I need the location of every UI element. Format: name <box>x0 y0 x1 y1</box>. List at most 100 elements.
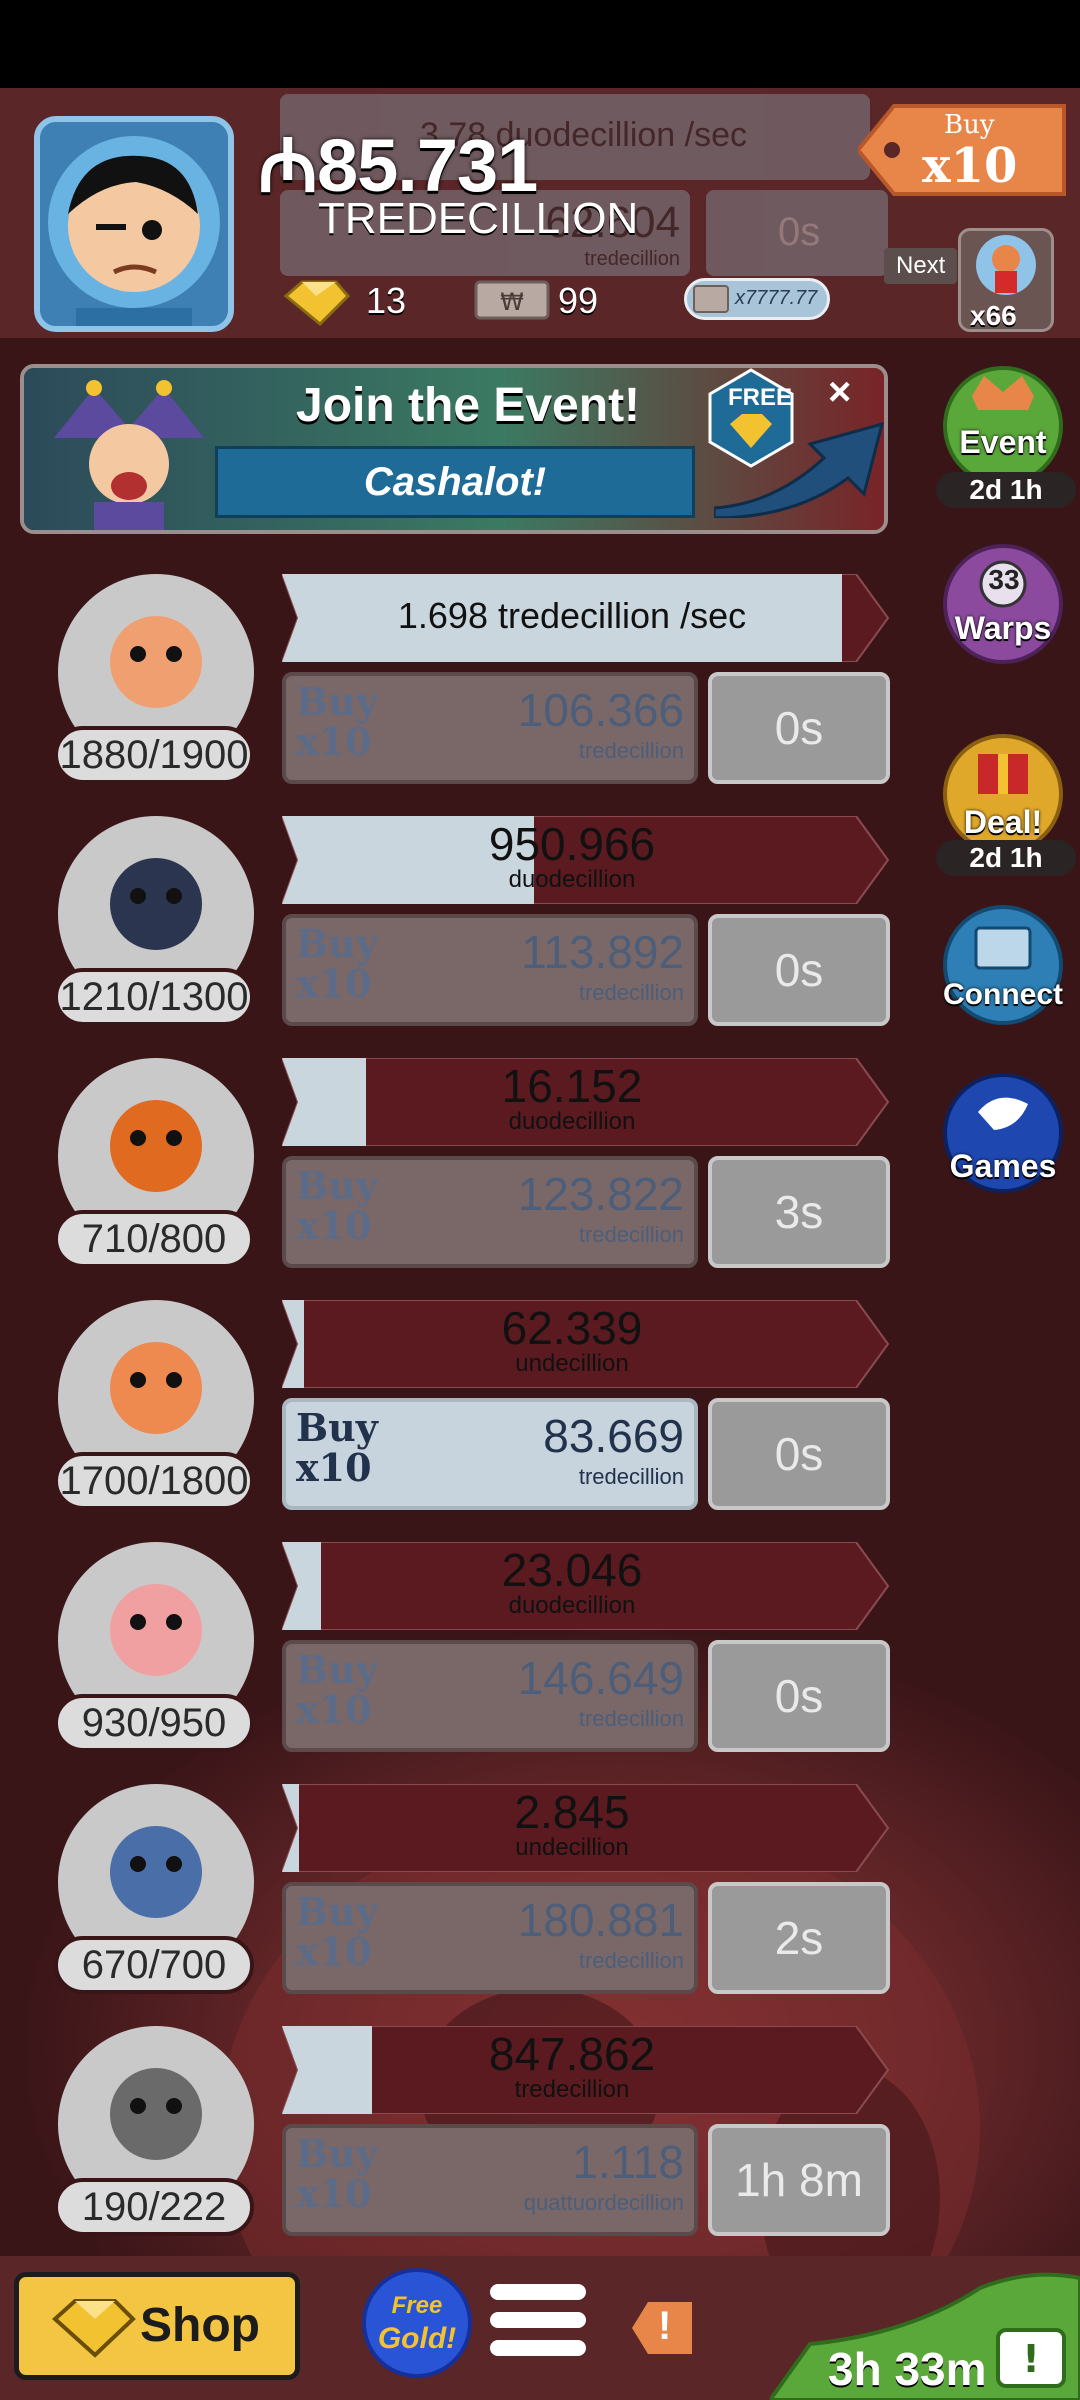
business-level: 930/950 <box>54 1694 254 1752</box>
progress-unit: undecillion <box>515 1834 629 1861</box>
buy-multiplier-value: x10 <box>922 138 1018 194</box>
buy-label: Buy x10 <box>296 682 378 762</box>
business-progress-text: 23.046 duodecillion <box>282 1546 862 1618</box>
progress-unit: duodecillion <box>508 866 636 893</box>
buy-business-button[interactable]: Buy x10 146.649 tredecillion <box>282 1640 698 1752</box>
free-gold-badge-icon <box>708 368 794 468</box>
business-progress-text: 16.152 duodecillion <box>282 1062 862 1134</box>
next-unlock-label: Next <box>884 248 958 284</box>
business-level-text: 1880/1900 <box>59 732 249 777</box>
progress-unit: duodecillion <box>508 1592 636 1619</box>
buy-word: Buy <box>296 1405 378 1450</box>
alert-button[interactable]: ! <box>632 2298 696 2358</box>
buy-word: Buy <box>296 1163 378 1208</box>
buy-label: Buy x10 <box>296 1650 378 1730</box>
buy-word: Buy <box>296 1647 378 1692</box>
buy-cost: 180.881 <box>517 1894 684 1946</box>
business-timer[interactable]: 2s <box>708 1882 890 1994</box>
buy-label: Buy x10 <box>296 1166 378 1246</box>
business-timer[interactable]: 0s <box>708 1640 890 1752</box>
svg-text:!: ! <box>1022 2337 1039 2381</box>
side-event-label: Event <box>959 424 1047 460</box>
top-header: 3.78 duodecillion /sec 62.604 tredecilli… <box>0 88 1080 338</box>
business-row: 670/700 2.845 undecillion Buy x10 180.88… <box>0 1784 920 2024</box>
progress-value: 847.862 <box>488 2028 656 2080</box>
progress-value: 2.845 <box>514 1786 630 1838</box>
side-deal-label: Deal! <box>963 804 1043 840</box>
business-timer-text: 1h 8m <box>735 2154 863 2206</box>
business-timer[interactable]: 0s <box>708 914 890 1026</box>
buy-cost-unit: tredecillion <box>578 1948 684 1973</box>
side-connect-button[interactable]: Connect <box>938 900 1068 1030</box>
business-row: 1700/1800 62.339 undecillion Buy x10 83.… <box>0 1300 920 1540</box>
buy-label: Buy x10 <box>296 1892 378 1972</box>
business-timer[interactable]: 0s <box>708 1398 890 1510</box>
buy-multiplier: x10 <box>296 719 372 764</box>
business-level: 670/700 <box>54 1936 254 1994</box>
alert-mark: ! <box>658 2304 672 2348</box>
side-event-timer: 2d 1h <box>936 472 1076 508</box>
money-unit: TREDECILLION <box>318 194 639 243</box>
buy-word: Buy <box>296 921 378 966</box>
business-level-text: 190/222 <box>81 2184 227 2229</box>
business-level-text: 930/950 <box>81 1700 227 1745</box>
business-row: 190/222 847.862 tredecillion Buy x10 1.1… <box>0 2026 920 2266</box>
business-level-text: 710/800 <box>81 1216 227 1261</box>
buy-business-button[interactable]: Buy x10 1.118 quattuordecillion <box>282 2124 698 2236</box>
game-screen: 3.78 duodecillion /sec 62.604 tredecilli… <box>0 88 1080 2400</box>
close-icon[interactable]: × <box>828 370 851 415</box>
buy-multiplier: x10 <box>296 2171 372 2216</box>
buy-multiplier: x10 <box>296 961 372 1006</box>
buy-cost-unit: tredecillion <box>578 1222 684 1247</box>
svg-text:₩: ₩ <box>500 288 524 316</box>
business-timer[interactable]: 1h 8m <box>708 2124 890 2236</box>
jester-icon <box>54 380 204 530</box>
progress-value: 62.339 <box>501 1302 643 1354</box>
side-warps-button[interactable]: 33 Warps <box>938 534 1068 664</box>
side-deal-button[interactable]: Deal! <box>938 724 1068 854</box>
side-games-button[interactable]: Games <box>938 1068 1068 1198</box>
ticket-pill[interactable]: x7777.77 <box>684 278 830 320</box>
business-progress-text: 2.845 undecillion <box>282 1788 862 1860</box>
event-subtitle-ribbon: Cashalot! <box>215 446 695 518</box>
menu-icon[interactable] <box>490 2284 586 2364</box>
buy-cost: 123.822 <box>517 1168 684 1220</box>
shop-label: Shop <box>140 2299 260 2352</box>
megabucks-count: 99 <box>558 280 599 321</box>
side-deal-timer: 2d 1h <box>936 840 1076 876</box>
business-level-text: 1700/1800 <box>59 1458 249 1503</box>
business-row: 1210/1300 950.966 duodecillion Buy x10 1… <box>0 816 920 1056</box>
buy-cost: 113.892 <box>521 926 684 978</box>
shop-gold-icon <box>52 2299 136 2358</box>
progress-value: 1.698 tredecillion /sec <box>397 595 747 636</box>
progress-unit: undecillion <box>515 1350 629 1377</box>
buy-business-button[interactable]: Buy x10 123.822 tredecillion <box>282 1156 698 1268</box>
buy-cost: 146.649 <box>517 1652 684 1704</box>
buy-business-button[interactable]: Buy x10 106.366 tredecillion <box>282 672 698 784</box>
tv-ad-timer: 3h 33m <box>828 2343 987 2395</box>
buy-business-button[interactable]: Buy x10 180.881 tredecillion <box>282 1882 698 1994</box>
ghost-cost-unit: tredecillion <box>584 248 680 270</box>
ghost-timer-text: 0s <box>778 210 821 254</box>
buy-cost-unit: tredecillion <box>578 980 684 1005</box>
buy-multiplier-button[interactable]: Buy x10 <box>855 100 1070 200</box>
business-timer[interactable]: 3s <box>708 1156 890 1268</box>
free-gold-button[interactable]: Free Gold! <box>362 2268 472 2378</box>
free-gold-line1: Free <box>391 2292 443 2319</box>
buy-label: Buy x10 <box>296 1408 378 1488</box>
side-event-button[interactable]: Event <box>938 356 1068 486</box>
manager-portrait[interactable] <box>34 116 234 332</box>
gold-count: 13 <box>366 280 407 321</box>
ticket-text: x7777.77 <box>735 287 818 309</box>
business-timer-text: 0s <box>774 944 824 996</box>
buy-business-button[interactable]: Buy x10 83.669 tredecillion <box>282 1398 698 1510</box>
business-timer[interactable]: 0s <box>708 672 890 784</box>
buy-business-button[interactable]: Buy x10 113.892 tredecillion <box>282 914 698 1026</box>
business-row: 710/800 16.152 duodecillion Buy x10 123.… <box>0 1058 920 1298</box>
buy-label: Buy x10 <box>296 2134 378 2214</box>
next-unlock-icon <box>976 235 1036 295</box>
business-row: 1880/1900 1.698 tredecillion /sec Buy x1… <box>0 574 920 814</box>
buy-multiplier-top: Buy <box>944 110 995 140</box>
buy-label: Buy x10 <box>296 924 378 1004</box>
buy-word: Buy <box>296 679 378 724</box>
